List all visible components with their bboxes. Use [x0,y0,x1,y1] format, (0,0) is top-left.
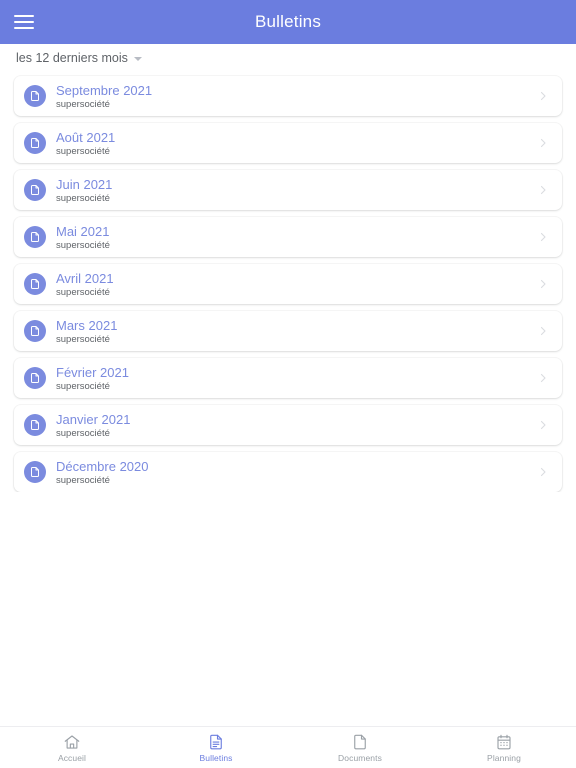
chevron-right-icon[interactable] [536,183,550,197]
chevron-right-icon[interactable] [536,230,550,244]
bulletin-item-text: Mai 2021 supersociété [56,224,536,251]
hamburger-menu-icon[interactable] [2,0,46,44]
bulletin-list-item[interactable]: Août 2021 supersociété [14,123,562,163]
document-icon [24,414,46,436]
bulletin-item-subtitle: supersociété [56,333,110,345]
document-lines-icon [207,733,225,751]
bulletin-item-text: Février 2021 supersociété [56,365,536,392]
document-icon [24,320,46,342]
bottom-navigation: Accueil Bulletins Documents Planning [0,726,576,768]
bulletin-item-text: Août 2021 supersociété [56,130,536,157]
nav-item-label: Planning [487,752,521,763]
menu-line-2 [14,21,34,23]
document-icon [24,132,46,154]
menu-line-3 [14,27,34,29]
page-icon [351,733,369,751]
home-icon [63,733,81,751]
bulletin-list-item[interactable]: Janvier 2021 supersociété [14,405,562,445]
bulletin-list-item[interactable]: Décembre 2020 supersociété [14,452,562,492]
bulletin-list-item[interactable]: Février 2021 supersociété [14,358,562,398]
document-icon [24,461,46,483]
bulletin-item-title: Février 2021 [56,364,129,380]
bulletin-list-item[interactable]: Septembre 2021 supersociété [14,76,562,116]
filter-row: les 12 derniers mois [0,44,576,72]
bulletin-item-title: Janvier 2021 [56,411,131,427]
bulletin-item-subtitle: supersociété [56,192,110,204]
chevron-right-icon[interactable] [536,324,550,338]
period-filter-label: les 12 derniers mois [16,51,128,65]
bulletin-list-item[interactable]: Mai 2021 supersociété [14,217,562,257]
bulletin-item-title: Mars 2021 [56,317,118,333]
nav-item-planning[interactable]: Planning [432,727,576,768]
document-icon [24,273,46,295]
chevron-right-icon[interactable] [536,136,550,150]
document-icon [24,226,46,248]
nav-item-bulletins[interactable]: Bulletins [144,727,288,768]
nav-item-label: Documents [338,752,382,763]
bulletin-item-subtitle: supersociété [56,427,110,439]
document-icon [24,367,46,389]
chevron-right-icon[interactable] [536,277,550,291]
bulletin-list-item[interactable]: Juin 2021 supersociété [14,170,562,210]
bulletin-item-title: Septembre 2021 [56,82,153,98]
bulletin-list: Septembre 2021 supersociété Août 2021 super… [0,72,576,492]
period-filter-dropdown[interactable]: les 12 derniers mois [14,49,144,67]
calendar-icon [495,733,513,751]
nav-item-label: Accueil [57,752,87,763]
page-title: Bulletins [254,12,322,31]
document-icon [24,179,46,201]
bulletin-item-text: Septembre 2021 supersociété [56,83,536,110]
bulletin-item-text: Janvier 2021 supersociété [56,412,536,439]
chevron-right-icon[interactable] [536,89,550,103]
caret-down-icon [133,57,142,61]
bulletin-item-title: Avril 2021 [56,270,114,286]
chevron-right-icon[interactable] [536,465,550,479]
bulletin-item-text: Mars 2021 supersociété [56,318,536,345]
bulletin-item-text: Juin 2021 supersociété [56,177,536,204]
chevron-right-icon[interactable] [536,418,550,432]
bulletin-item-text: Avril 2021 supersociété [56,271,536,298]
bulletin-item-subtitle: supersociété [56,474,110,486]
bulletin-item-subtitle: supersociété [56,286,110,298]
menu-line-1 [14,15,34,17]
bulletin-item-title: Août 2021 [56,129,116,145]
bulletin-item-subtitle: supersociété [56,145,110,157]
document-icon [24,85,46,107]
bulletin-item-text: Décembre 2020 supersociété [56,459,536,486]
bulletin-list-item[interactable]: Mars 2021 supersociété [14,311,562,351]
nav-item-label: Bulletins [199,752,233,763]
bulletin-item-title: Décembre 2020 [56,458,149,474]
bulletin-item-title: Juin 2021 [56,176,113,192]
bulletin-item-title: Mai 2021 [56,223,110,239]
app-bar: Bulletins [0,0,576,44]
bulletin-item-subtitle: supersociété [56,380,110,392]
bulletin-item-subtitle: supersociété [56,98,110,110]
bulletin-item-subtitle: supersociété [56,239,110,251]
nav-item-documents[interactable]: Documents [288,727,432,768]
chevron-right-icon[interactable] [536,371,550,385]
nav-item-accueil[interactable]: Accueil [0,727,144,768]
bulletin-list-item[interactable]: Avril 2021 supersociété [14,264,562,304]
